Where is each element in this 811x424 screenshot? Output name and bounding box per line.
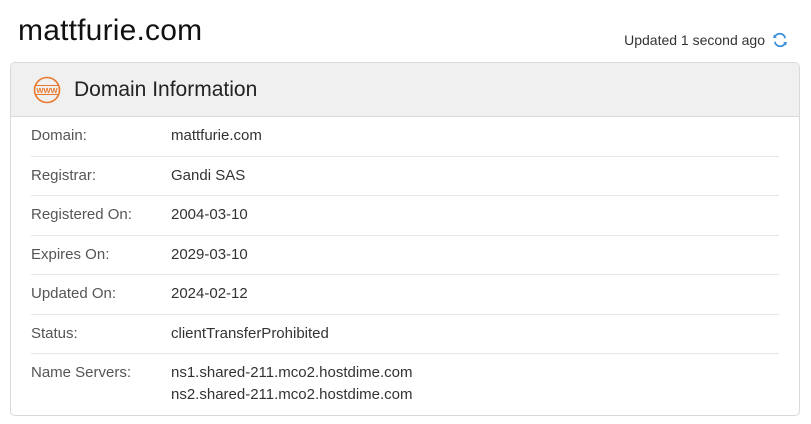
row-label: Name Servers:	[31, 364, 132, 381]
row-expires-on: Expires On: 2029-03-10	[31, 236, 779, 275]
row-value: 2004-03-10	[171, 206, 248, 223]
name-server: ns1.shared-211.mco2.hostdime.com	[171, 364, 413, 381]
row-value: mattfurie.com	[171, 127, 262, 144]
row-label: Registrar:	[31, 166, 97, 184]
svg-text:WWW: WWW	[36, 86, 58, 95]
page: mattfurie.com Updated 1 second ago WWW D…	[0, 0, 811, 424]
row-registrar: Registrar: Gandi SAS	[31, 157, 779, 196]
row-label: Status:	[31, 324, 78, 342]
row-name-servers: Name Servers: ns1.shared-211.mco2.hostdi…	[31, 354, 779, 406]
row-registered-on: Registered On: 2004-03-10	[31, 196, 779, 236]
domain-information-card: WWW Domain Information Domain: mattfurie…	[10, 62, 800, 416]
updated-status: Updated 1 second ago	[624, 31, 789, 49]
row-status: Status: clientTransferProhibited	[31, 315, 779, 354]
row-value: 2029-03-10	[171, 245, 248, 263]
domain-info-rows: Domain: mattfurie.com Registrar: Gandi S…	[11, 117, 799, 406]
row-label: Registered On:	[31, 206, 132, 223]
row-updated-on: Updated On: 2024-02-12	[31, 275, 779, 315]
top-bar: mattfurie.com Updated 1 second ago	[0, 0, 811, 62]
row-domain: Domain: mattfurie.com	[31, 117, 779, 157]
row-label: Expires On:	[31, 245, 110, 263]
row-label: Updated On:	[31, 285, 117, 302]
row-value: clientTransferProhibited	[171, 324, 329, 342]
updated-text: Updated 1 second ago	[624, 32, 765, 48]
name-server: ns2.shared-211.mco2.hostdime.com	[171, 386, 413, 403]
row-value: Gandi SAS	[171, 166, 246, 184]
row-label: Domain:	[31, 127, 87, 144]
card-header: WWW Domain Information	[11, 63, 799, 117]
page-title: mattfurie.com	[18, 14, 203, 47]
row-value: ns1.shared-211.mco2.hostdime.com ns2.sha…	[171, 364, 413, 406]
card-title: Domain Information	[74, 77, 258, 101]
refresh-icon[interactable]	[771, 31, 789, 49]
row-value: 2024-02-12	[171, 285, 248, 302]
www-icon: WWW	[33, 76, 61, 104]
